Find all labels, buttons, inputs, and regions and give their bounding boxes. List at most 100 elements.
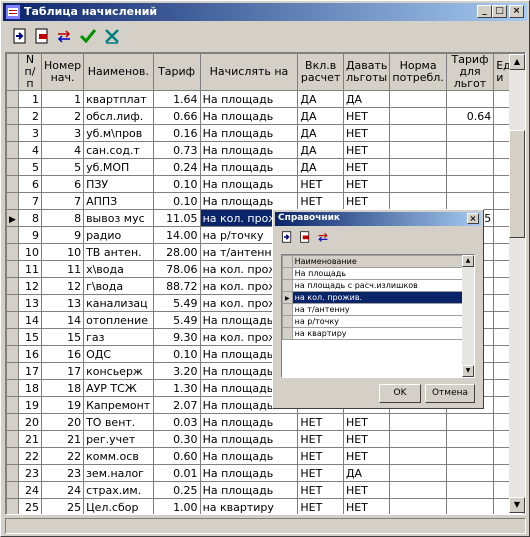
include-cell[interactable]: НЕТ [297,430,344,448]
charge-basis-cell[interactable]: На площадь [199,192,299,210]
number-cell[interactable]: 17 [41,362,85,380]
norm-cell[interactable] [389,430,447,448]
number-cell[interactable]: 21 [41,430,85,448]
name-cell[interactable]: сан.сод.т [83,141,154,159]
include-cell[interactable]: ДА [297,124,344,142]
pp-cell[interactable]: 3 [17,124,43,142]
pp-cell[interactable]: 7 [17,192,43,210]
dialog-delete-button[interactable] [297,229,313,245]
title-bar[interactable]: Таблица начислений _ □ × [3,3,527,21]
number-cell[interactable]: 8 [41,209,85,227]
pp-cell[interactable]: 23 [17,464,43,482]
charge-basis-cell[interactable]: На площадь [199,107,299,125]
vertical-scrollbar[interactable]: ▲ ▼ [509,54,525,513]
charge-basis-cell[interactable]: На площадь [199,141,299,159]
list-item-label[interactable]: на квартиру [291,327,463,340]
number-cell[interactable]: 7 [41,192,85,210]
delete-record-button[interactable] [31,25,53,47]
name-cell[interactable]: рег.учет [83,430,154,448]
column-header[interactable]: N п/п [17,53,43,91]
number-cell[interactable]: 20 [41,413,85,431]
row-indicator[interactable] [6,141,19,159]
norm-cell[interactable] [389,141,447,159]
benefits-cell[interactable]: НЕТ [342,158,391,176]
pp-cell[interactable]: 22 [17,447,43,465]
tariff-cell[interactable]: 3.20 [152,362,201,380]
pp-cell[interactable]: 8 [17,209,43,227]
row-indicator[interactable] [6,464,19,482]
charge-basis-cell[interactable]: На площадь [199,464,299,482]
list-item[interactable]: На площадь [282,267,463,280]
number-cell[interactable]: 10 [41,243,85,261]
dialog-column-header[interactable]: Наименование [291,255,463,268]
insert-record-button[interactable] [9,25,31,47]
tariff-cell[interactable]: 0.16 [152,124,201,142]
norm-cell[interactable] [389,175,447,193]
tariff-cell[interactable]: 5.49 [152,311,201,329]
tariff-cell[interactable]: 0.60 [152,447,201,465]
include-cell[interactable]: НЕТ [297,464,344,482]
name-cell[interactable]: консьерж [83,362,154,380]
number-cell[interactable]: 19 [41,396,85,414]
scroll-up-button[interactable]: ▲ [509,54,525,70]
row-indicator[interactable] [6,328,19,346]
table-row[interactable]: 20 20 ТО вент. 0.03 На площадь НЕТ НЕТ [6,413,525,431]
list-item[interactable]: на т/антенну [282,303,463,316]
include-cell[interactable]: НЕТ [297,413,344,431]
list-item-label[interactable]: на площадь с расч.излишков [291,279,463,292]
number-cell[interactable]: 14 [41,311,85,329]
list-item-label[interactable]: на р/точку [291,315,463,328]
table-row[interactable]: 3 3 уб.м\пров 0.16 На площадь ДА НЕТ [6,124,525,142]
tariff-cell[interactable]: 0.30 [152,430,201,448]
name-cell[interactable]: комм.осв [83,447,154,465]
list-item-label[interactable]: на кол. прожив. [291,291,463,304]
include-cell[interactable]: НЕТ [297,447,344,465]
table-row[interactable]: 4 4 сан.сод.т 0.73 На площадь ДА НЕТ [6,141,525,159]
norm-cell[interactable] [389,413,447,431]
row-indicator[interactable] [6,260,19,278]
row-indicator[interactable] [6,379,19,397]
pp-cell[interactable]: 16 [17,345,43,363]
list-item[interactable]: на квартиру [282,327,463,340]
charge-basis-cell[interactable]: На площадь [199,90,299,108]
list-item-label[interactable]: на т/антенну [291,303,463,316]
name-cell[interactable]: вывоз мус [83,209,154,227]
number-cell[interactable]: 23 [41,464,85,482]
name-cell[interactable]: радио [83,226,154,244]
dialog-list[interactable]: Наименование На площадь на площадь с расч… [281,254,475,378]
number-cell[interactable]: 3 [41,124,85,142]
benefits-cell[interactable]: НЕТ [342,124,391,142]
row-indicator[interactable] [6,107,19,125]
dialog-insert-button[interactable] [279,229,295,245]
number-cell[interactable]: 18 [41,379,85,397]
name-cell[interactable]: г\вода [83,277,154,295]
table-row[interactable]: 24 24 страх.им. 0.25 На площадь НЕТ НЕТ [6,481,525,499]
name-cell[interactable]: Капремонт [83,396,154,414]
tariff-cell[interactable]: 78.06 [152,260,201,278]
pp-cell[interactable]: 15 [17,328,43,346]
column-header[interactable]: Норма потребл. [389,53,447,91]
pp-cell[interactable]: 13 [17,294,43,312]
scroll-thumb[interactable] [509,130,525,238]
row-indicator[interactable]: ▶ [6,209,19,227]
norm-cell[interactable] [389,481,447,499]
column-header[interactable]: Тариф для льгот [445,53,495,91]
close-button[interactable]: × [509,5,524,18]
tariff-cell[interactable]: 0.10 [152,175,201,193]
norm-cell[interactable] [389,447,447,465]
number-cell[interactable]: 9 [41,226,85,244]
benefits-cell[interactable]: ДА [342,464,391,482]
dialog-title-bar[interactable]: Справочник × [275,212,481,226]
cancel-button[interactable]: Отмена [425,384,475,403]
tariff-cell[interactable]: 11.05 [152,209,201,227]
table-row[interactable]: 1 1 квартплат 1.64 На площадь ДА ДА [6,90,525,108]
tariff-cell[interactable]: 5.49 [152,294,201,312]
norm-cell[interactable] [389,158,447,176]
include-cell[interactable]: ДА [297,107,344,125]
benefit-tariff-cell[interactable] [445,447,495,465]
table-row[interactable]: 2 2 обсл.лиф. 0.66 На площадь ДА НЕТ 0.64 [6,107,525,125]
benefits-cell[interactable]: НЕТ [342,192,391,210]
number-cell[interactable]: 12 [41,277,85,295]
maximize-button[interactable]: □ [492,5,507,18]
pp-cell[interactable]: 20 [17,413,43,431]
